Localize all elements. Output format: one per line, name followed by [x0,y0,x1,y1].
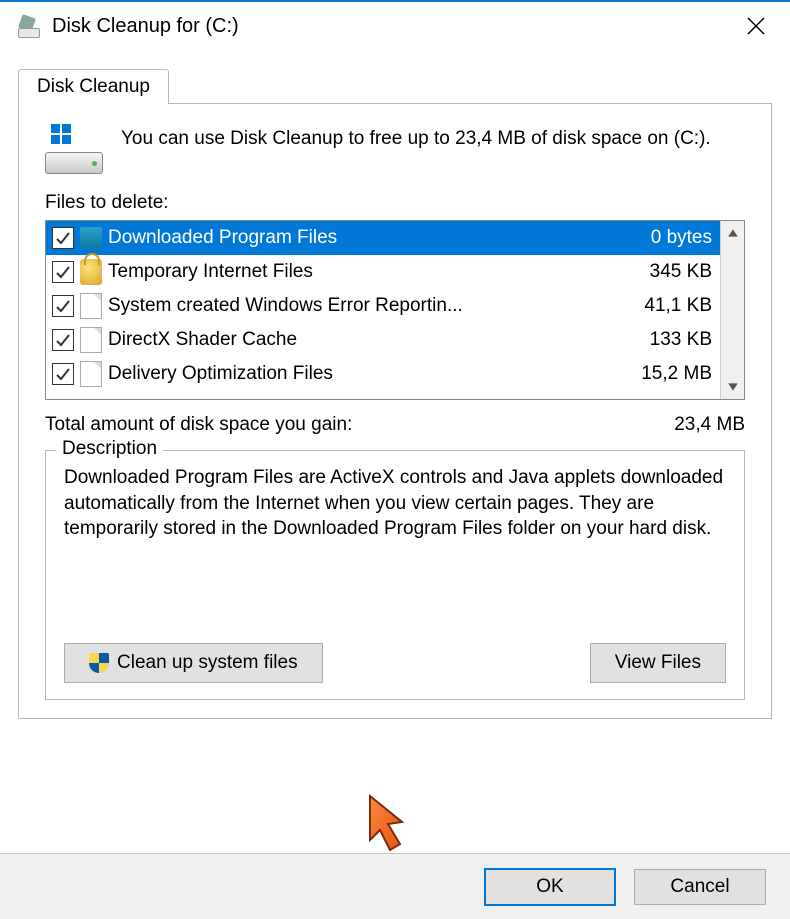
file-checkbox[interactable] [52,295,74,317]
doc-icon [80,361,102,387]
total-label: Total amount of disk space you gain: [45,414,352,436]
description-group: Description Downloaded Program Files are… [45,450,745,700]
file-name: Downloaded Program Files [108,227,651,249]
scroll-up-button[interactable] [721,221,744,245]
description-buttons: Clean up system files View Files [64,643,726,683]
clean-system-files-button[interactable]: Clean up system files [64,643,323,683]
file-name: Temporary Internet Files [108,261,650,283]
file-size: 0 bytes [651,227,712,249]
file-checkbox[interactable] [52,227,74,249]
total-value: 23,4 MB [674,414,745,436]
file-size: 41,1 KB [644,295,712,317]
file-checkbox[interactable] [52,363,74,385]
cancel-label: Cancel [670,876,729,898]
tab-disk-cleanup[interactable]: Disk Cleanup [18,69,169,104]
dialog-footer: OK Cancel [0,853,790,919]
close-button[interactable] [726,2,786,50]
titlebar: Disk Cleanup for (C:) [0,2,790,50]
window-title: Disk Cleanup for (C:) [52,15,239,38]
file-name: Delivery Optimization Files [108,363,641,385]
list-rows: Downloaded Program Files0 bytesTemporary… [46,221,720,399]
files-to-delete-label: Files to delete: [45,192,745,214]
file-row[interactable]: System created Windows Error Reportin...… [46,289,720,323]
file-row[interactable]: Delivery Optimization Files15,2 MB [46,357,720,391]
file-size: 345 KB [650,261,712,283]
tab-area: Disk Cleanup You can use Disk Cleanup to… [18,68,772,719]
clean-system-label: Clean up system files [117,652,298,674]
ok-button[interactable]: OK [484,868,616,906]
file-row[interactable]: DirectX Shader Cache133 KB [46,323,720,357]
view-files-label: View Files [615,652,701,674]
file-checkbox[interactable] [52,329,74,351]
ok-label: OK [536,876,563,898]
disk-cleanup-window: Disk Cleanup for (C:) Disk Cleanup You c… [0,0,790,919]
file-size: 15,2 MB [641,363,712,385]
annotation-cursor-icon [362,792,422,862]
description-legend: Description [56,438,163,460]
file-row[interactable]: Downloaded Program Files0 bytes [46,221,720,255]
scrollbar[interactable] [720,221,744,399]
file-size: 133 KB [650,329,712,351]
total-row: Total amount of disk space you gain: 23,… [45,414,745,436]
file-row[interactable]: Temporary Internet Files345 KB [46,255,720,289]
cleanup-large-icon [45,126,103,174]
files-listbox[interactable]: Downloaded Program Files0 bytesTemporary… [45,220,745,400]
lock-icon [80,259,102,285]
file-name: System created Windows Error Reportin... [108,295,644,317]
doc-icon [80,293,102,319]
chevron-up-icon [727,227,739,239]
chevron-down-icon [727,381,739,393]
cancel-button[interactable]: Cancel [634,869,766,905]
intro-text: You can use Disk Cleanup to free up to 2… [121,126,745,152]
disk-cleanup-icon [18,14,42,38]
doc-icon [80,327,102,353]
shield-icon [89,653,109,673]
tab-content: You can use Disk Cleanup to free up to 2… [18,103,772,719]
file-checkbox[interactable] [52,261,74,283]
intro-row: You can use Disk Cleanup to free up to 2… [45,126,745,174]
view-files-button[interactable]: View Files [590,643,726,683]
close-icon [747,17,765,35]
tab-bar: Disk Cleanup [18,68,772,103]
description-text: Downloaded Program Files are ActiveX con… [64,465,726,625]
scroll-down-button[interactable] [721,375,744,399]
file-name: DirectX Shader Cache [108,329,650,351]
folder-icon [80,227,102,249]
